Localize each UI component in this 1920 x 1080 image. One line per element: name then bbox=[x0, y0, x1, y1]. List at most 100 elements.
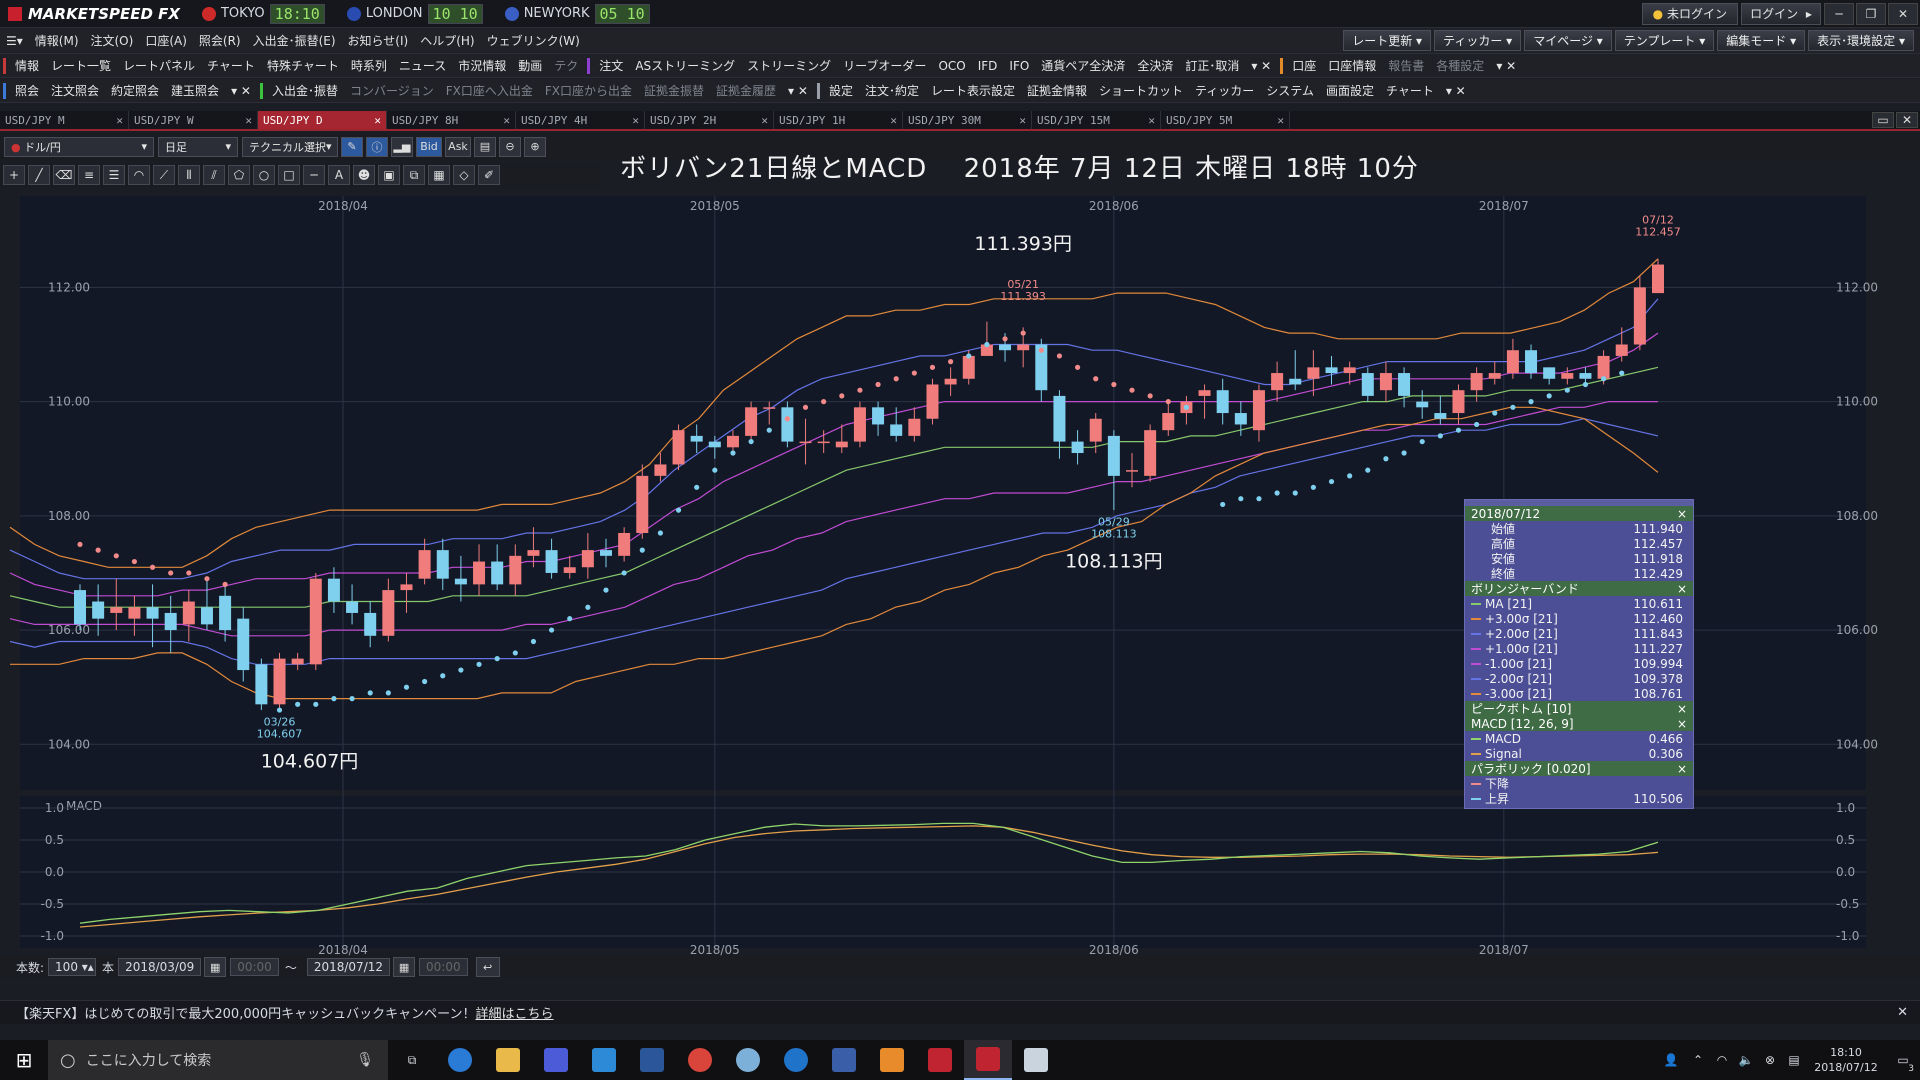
channel-icon[interactable]: ⫽ bbox=[203, 165, 225, 185]
tab-close-icon[interactable]: ✕ bbox=[503, 114, 510, 127]
settings-draw-icon[interactable]: ✐ bbox=[478, 165, 500, 185]
chart-tab[interactable]: USD/JPY 15M ✕ bbox=[1032, 111, 1161, 129]
toolbar-item[interactable]: OCO bbox=[932, 59, 971, 73]
toolbar-item[interactable]: 情報 bbox=[9, 57, 45, 74]
banner-close-icon[interactable]: ✕ bbox=[1897, 1005, 1908, 1020]
toolbar-item[interactable]: リーブオーダー bbox=[837, 57, 932, 74]
to-time-input[interactable]: 00:00 bbox=[419, 958, 468, 976]
chrome-icon[interactable] bbox=[676, 1040, 724, 1080]
info-icon[interactable]: ⓘ bbox=[366, 136, 388, 157]
fibonacci-icon[interactable]: ☰ bbox=[103, 165, 125, 185]
toolbar-item[interactable]: 証拠金振替 bbox=[638, 82, 710, 99]
toolbar-item[interactable]: チャート bbox=[1380, 82, 1440, 99]
toolbar-item[interactable]: 特殊チャート bbox=[261, 57, 345, 74]
toolbar-item[interactable]: 照会 bbox=[9, 82, 45, 99]
calendar-icon[interactable]: ▦ bbox=[204, 957, 227, 977]
menu-right-button[interactable]: ティッカー ▾ bbox=[1434, 30, 1522, 51]
toolbar-item[interactable]: IFO bbox=[1003, 59, 1035, 73]
crosshair-icon[interactable]: + bbox=[3, 165, 25, 185]
toolbar-item[interactable]: ストリーミング bbox=[741, 57, 837, 74]
layers-icon[interactable]: ▦ bbox=[428, 165, 450, 185]
toolbar-item[interactable]: 動画 bbox=[512, 57, 548, 74]
zoom-in-icon[interactable]: ⊕ bbox=[524, 136, 546, 157]
tab-close-icon[interactable]: ✕ bbox=[1277, 114, 1284, 127]
pentagon-icon[interactable]: ⬠ bbox=[228, 165, 250, 185]
toolbar-item[interactable]: ショートカット bbox=[1093, 82, 1189, 99]
toolbar-item[interactable]: 注文 bbox=[593, 57, 629, 74]
menu-item[interactable]: 入出金･振替(E) bbox=[247, 32, 342, 49]
taskbar-search-input[interactable]: ○ ここに入力して検索 🎙 bbox=[48, 1040, 388, 1080]
toolbar-item[interactable]: 約定照会 bbox=[105, 82, 165, 99]
tab-close-icon[interactable]: ✕ bbox=[1019, 114, 1026, 127]
menu-right-button[interactable]: レート更新 ▾ bbox=[1343, 30, 1432, 51]
toolbar-more-icon[interactable]: ▾ ✕ bbox=[1490, 59, 1522, 73]
marketspeed-icon[interactable] bbox=[916, 1040, 964, 1080]
menu-item[interactable]: 口座(A) bbox=[139, 32, 193, 49]
toolbar-item[interactable]: コンバージョン bbox=[344, 82, 440, 99]
technical-select[interactable]: テクニカル選択 ▾ bbox=[242, 136, 338, 157]
close-icon[interactable]: × bbox=[1677, 717, 1687, 731]
save-drawing-icon[interactable]: ▣ bbox=[378, 165, 400, 185]
paint-icon[interactable] bbox=[724, 1040, 772, 1080]
toolbar-item[interactable]: システム bbox=[1260, 82, 1320, 99]
menu-right-button[interactable]: テンプレート ▾ bbox=[1614, 30, 1715, 51]
close-icon[interactable]: × bbox=[1677, 582, 1687, 596]
people-icon[interactable]: 👤 bbox=[1656, 1040, 1686, 1080]
toolbar-item[interactable]: 訂正･取消 bbox=[1179, 57, 1245, 74]
menu-right-button[interactable]: 表示･環境設定 ▾ bbox=[1808, 30, 1914, 51]
tab-close-icon[interactable]: ✕ bbox=[245, 114, 252, 127]
calendar-icon[interactable]: ▦ bbox=[393, 957, 416, 977]
refresh-icon[interactable]: ↩ bbox=[475, 957, 500, 977]
tab-close-icon[interactable]: ✕ bbox=[761, 114, 768, 127]
toolbar-item[interactable]: 各種設定 bbox=[1430, 57, 1490, 74]
zoom-out-icon[interactable]: ⊖ bbox=[499, 136, 521, 157]
count-select[interactable]: 100 ▾▴ bbox=[48, 958, 97, 976]
toolbar-item[interactable]: ティッカー bbox=[1189, 82, 1260, 99]
toolbar-item[interactable]: レート表示設定 bbox=[925, 82, 1021, 99]
toolbar-item[interactable]: レート一覧 bbox=[45, 57, 117, 74]
toolbar-item[interactable]: 注文照会 bbox=[45, 82, 105, 99]
toolbar-item[interactable]: ASストリーミング bbox=[629, 57, 741, 74]
toolbar-item[interactable]: チャート bbox=[201, 57, 261, 74]
pen-icon[interactable]: ✎ bbox=[341, 136, 363, 157]
toolbar-item[interactable]: 入出金･振替 bbox=[266, 82, 344, 99]
toolbar-item[interactable]: 設定 bbox=[823, 82, 859, 99]
tray-expand-icon[interactable]: ⌃ bbox=[1686, 1040, 1710, 1080]
tab-close-icon[interactable]: ✕ bbox=[374, 114, 381, 127]
chart-tab[interactable]: USD/JPY M ✕ bbox=[0, 111, 129, 129]
eraser-icon[interactable]: ⌫ bbox=[53, 165, 75, 185]
ime-icon[interactable]: ▤ bbox=[1782, 1040, 1806, 1080]
word-icon[interactable] bbox=[628, 1040, 676, 1080]
menu-item[interactable]: 照会(R) bbox=[193, 32, 247, 49]
menu-item[interactable]: ヘルプ(H) bbox=[414, 32, 480, 49]
network-icon[interactable]: ◠ bbox=[1710, 1040, 1734, 1080]
toolbar-item[interactable]: 口座情報 bbox=[1322, 57, 1382, 74]
toolbar-item[interactable]: 注文･約定 bbox=[859, 82, 925, 99]
toolbar-item[interactable]: 市況情報 bbox=[452, 57, 512, 74]
period-select[interactable]: 日足 ▾ bbox=[158, 136, 238, 157]
chart-tab[interactable]: USD/JPY 1H ✕ bbox=[774, 111, 903, 129]
orange-app-icon[interactable] bbox=[868, 1040, 916, 1080]
close-icon[interactable]: ✕ bbox=[1888, 2, 1918, 25]
task-view-icon[interactable]: ⧉ bbox=[388, 1040, 436, 1080]
toolbar-item[interactable]: 報告書 bbox=[1382, 57, 1430, 74]
bid-button[interactable]: Bid bbox=[416, 136, 442, 157]
microphone-icon[interactable]: 🎙 bbox=[356, 1052, 374, 1068]
hamburger-menu-icon[interactable]: ☰▾ bbox=[0, 34, 29, 48]
taskbar-clock[interactable]: 18:10 2018/07/12 bbox=[1806, 1045, 1886, 1075]
photo-app-icon[interactable] bbox=[1012, 1040, 1060, 1080]
chart-tab[interactable]: USD/JPY 30M ✕ bbox=[903, 111, 1032, 129]
pair-select[interactable]: ● ドル/円 ▾ bbox=[4, 136, 154, 157]
fan-icon[interactable]: ⟋ bbox=[153, 165, 175, 185]
windows-start-icon[interactable]: ⊞ bbox=[0, 1040, 48, 1080]
toolbar-item[interactable]: FX口座から出金 bbox=[539, 82, 638, 99]
toolbar-more-icon[interactable]: ▾ ✕ bbox=[782, 84, 814, 98]
tab-close-icon[interactable]: ✕ bbox=[1896, 112, 1918, 128]
notification-icon[interactable]: ▭ 3 bbox=[1886, 1040, 1920, 1080]
chart-tab[interactable]: USD/JPY 5M ✕ bbox=[1161, 111, 1290, 129]
ie-icon[interactable] bbox=[436, 1040, 484, 1080]
toolbar-item[interactable]: ニュース bbox=[393, 57, 452, 74]
toolbar-item[interactable]: テク bbox=[548, 57, 584, 74]
toolbar-item[interactable]: 口座 bbox=[1286, 57, 1322, 74]
toolbar-item[interactable]: 証拠金履歴 bbox=[710, 82, 782, 99]
